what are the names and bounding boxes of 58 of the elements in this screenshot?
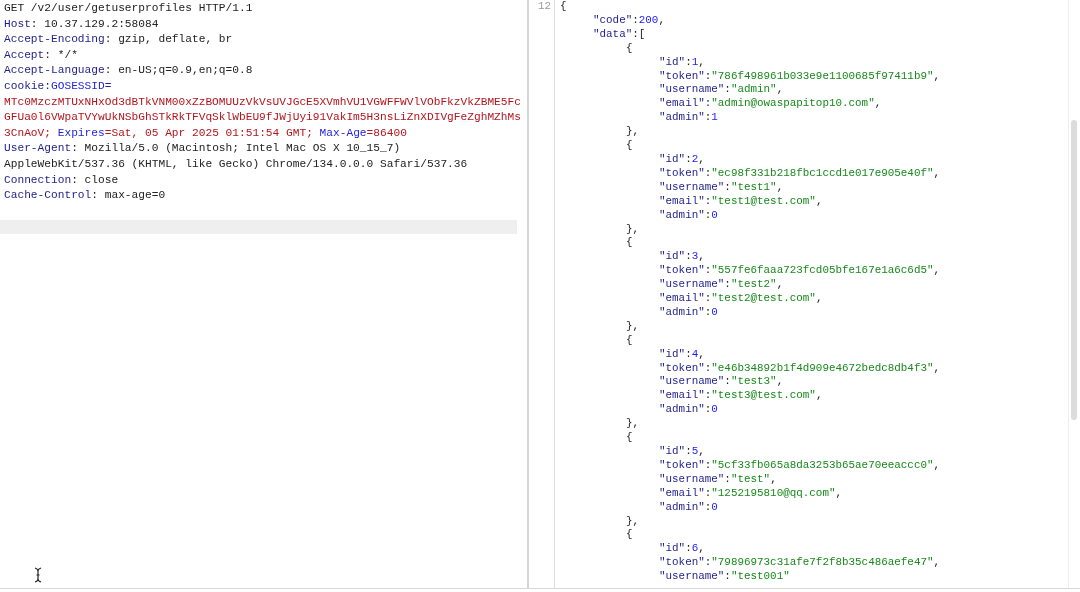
request-line: Accept: */* [4, 47, 78, 63]
code-line: "username":"admin", [659, 83, 784, 98]
code-line: { [626, 139, 633, 153]
code-line: { [626, 236, 633, 251]
request-line: AppleWebKit/537.36 (KHTML, like Gecko) Chrome/134.0.0.0 Safari/537.36 [4, 156, 468, 172]
code-line: "token":"ec98f331b218fbc1ccd1e017e905e40f", [659, 166, 941, 181]
code-line: "email":"1252195810@qq.com", [659, 486, 843, 501]
code-line: "admin":0 [659, 403, 718, 418]
code-line: }, [626, 319, 640, 334]
code-line: "token":"79896973c31afe7f2f8b35c486aefe47", [659, 556, 941, 571]
request-line: User-Agent: Mozilla/5.0 (Macintosh; Intel Mac OS X 10_15_7) [4, 141, 401, 157]
request-line: Cache-Control: max-age=0 [4, 188, 166, 204]
code-line: }, [626, 125, 640, 140]
code-line: { [626, 41, 633, 56]
code-line: "email":"test3@test.com", [659, 389, 823, 404]
scrollbar[interactable] [1068, 0, 1078, 588]
request-line: GET /v2/user/getuserprofiles HTTP/1.1 [4, 1, 253, 16]
code-line: "email":"admin@owaspapitop10.com", [659, 97, 882, 112]
code-line: }, [626, 222, 640, 237]
request-line: Accept-Encoding: gzip, deflate, br [4, 32, 233, 48]
code-line: { [560, 0, 567, 14]
code-line: "token":"5cf33fb065a8da3253b65ae70eeaccc0", [659, 458, 941, 473]
code-line: "id":1, [659, 55, 705, 70]
code-line: "username":"test001" [659, 570, 790, 585]
code-line: "admin":0 [659, 208, 718, 223]
request-line: 3CnAoV; Expires=Sat, 05 Apr 2025 01:51:54 GMT; Max-Age=86400 [4, 125, 407, 141]
code-line: "admin":1 [659, 111, 718, 126]
line-number: 12 [536, 0, 551, 14]
code-line: "username":"test2", [659, 278, 784, 293]
request-line: Accept-Language: en-US;q=0.9,en;q=0.8 [4, 63, 253, 79]
code-line: }, [626, 514, 640, 529]
code-line: "token":"786f498961b033e9e1100685f97411b9", [659, 69, 941, 84]
text-cursor-icon [34, 567, 42, 583]
code-line: "token":"e46b34892b1f4d909e4672bedc8db4f3", [659, 361, 941, 376]
request-line: Connection: close [4, 172, 119, 188]
code-line: "email":"test1@test.com", [659, 194, 823, 209]
code-line: "code":200, [593, 13, 665, 28]
code-line: "admin":0 [659, 500, 718, 515]
code-line: "id":6, [659, 542, 705, 557]
request-line: cookie:GOSESSID= [4, 78, 112, 94]
code-line: { [626, 333, 633, 348]
code-line: { [626, 431, 633, 445]
code-line: "id":5, [659, 445, 705, 459]
request-line: Host: 10.37.129.2:58084 [4, 16, 159, 32]
code-line: "id":4, [659, 347, 705, 362]
code-line: "admin":0 [659, 305, 718, 320]
code-line: "id":3, [659, 250, 705, 265]
code-line: }, [626, 417, 640, 432]
code-line: "token":"557fe6faaa723fcd05bfe167e1a6c6d5", [659, 264, 941, 279]
code-line: "data":[ [593, 27, 646, 42]
request-line: MTc0MzczMTUxNHxOd3dBTkVNM00xZzBOMUUzVkVsUVJGcE5XVmhVU1VGWFFWVlVObFkzVkZBME5Fc [4, 94, 521, 110]
code-line: "username":"test1", [659, 180, 784, 195]
code-line: "email":"test2@test.com", [659, 292, 823, 306]
code-line: { [626, 528, 633, 543]
request-line: GFUa0l6VWpaTVYwUkNSbGhSTkRkTFVqSklWbEU9fJWjUyi91VakIm5H3nsLiZnXDIVgFeZghMZhMs [4, 110, 521, 126]
code-line: "username":"test", [659, 472, 777, 487]
code-line: "username":"test3", [659, 375, 784, 390]
code-line: "id":2, [659, 152, 705, 167]
